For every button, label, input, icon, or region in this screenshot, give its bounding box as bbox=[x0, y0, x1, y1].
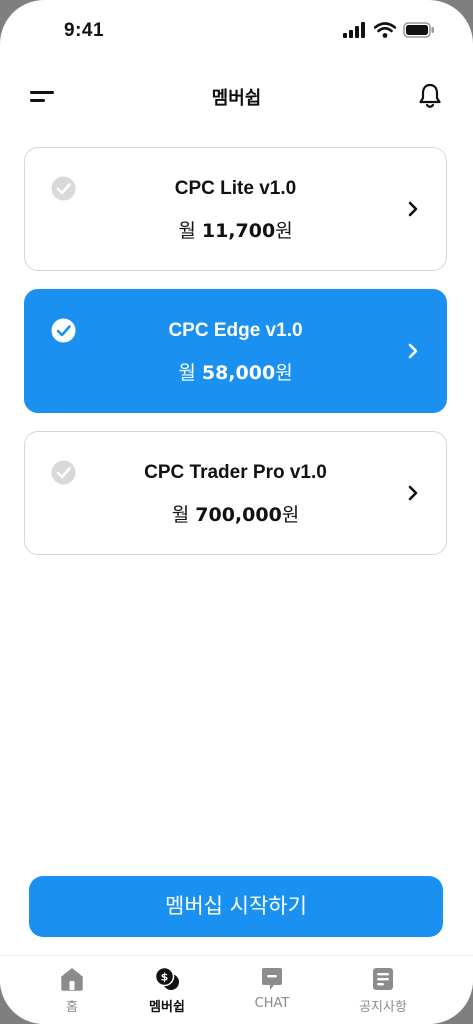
notification-button[interactable] bbox=[417, 82, 443, 110]
header: 멤버쉽 bbox=[0, 72, 473, 122]
tab-membership[interactable]: $ 멤버쉽 bbox=[122, 966, 212, 1022]
price-amount: 700,000 bbox=[195, 504, 282, 526]
tab-label: 공지사항 bbox=[359, 1000, 407, 1015]
start-membership-button[interactable]: 멤버십 시작하기 bbox=[29, 876, 443, 937]
plan-name: CPC Edge v1.0 bbox=[168, 320, 303, 341]
chevron-right-icon bbox=[408, 485, 418, 501]
plan-list: CPC Lite v1.0 월 11,700원 CPC Edge v1.0 월 … bbox=[24, 147, 447, 573]
wifi-icon bbox=[374, 22, 396, 38]
home-icon bbox=[61, 968, 83, 991]
price-suffix: 원 bbox=[281, 504, 300, 526]
status-time: 9:41 bbox=[64, 20, 105, 41]
chevron-right-icon bbox=[408, 343, 418, 359]
notice-icon bbox=[373, 968, 393, 990]
price-prefix: 월 bbox=[171, 504, 196, 526]
price-amount: 11,700 bbox=[201, 220, 276, 242]
price-prefix: 월 bbox=[178, 220, 202, 242]
chat-icon bbox=[262, 968, 282, 990]
status-bar: 9:41 bbox=[0, 0, 473, 62]
price-suffix: 원 bbox=[275, 220, 293, 242]
signal-icon bbox=[343, 22, 365, 38]
chevron-right-icon bbox=[408, 201, 418, 217]
page-title: 멤버쉽 bbox=[211, 88, 262, 109]
price-suffix: 원 bbox=[275, 362, 293, 384]
price-amount: 58,000 bbox=[201, 362, 276, 384]
bell-icon bbox=[419, 83, 441, 108]
battery-icon bbox=[403, 22, 434, 38]
plan-name: CPC Lite v1.0 bbox=[174, 178, 297, 199]
coins-icon: $ bbox=[154, 966, 179, 990]
status-icons bbox=[343, 22, 435, 38]
tab-chat[interactable]: CHAT bbox=[227, 966, 317, 1022]
plan-card-trader-pro[interactable]: CPC Trader Pro v1.0 월 700,000원 bbox=[24, 431, 447, 555]
price-prefix: 월 bbox=[178, 362, 202, 384]
plan-card-edge[interactable]: CPC Edge v1.0 월 58,000원 bbox=[24, 289, 447, 413]
tab-label: CHAT bbox=[254, 996, 290, 1011]
tab-home[interactable]: 홈 bbox=[27, 966, 117, 1022]
tab-bar: 홈 $ 멤버쉽 CHAT 공지사항 bbox=[0, 955, 473, 1024]
plan-price: 월 700,000원 bbox=[25, 500, 446, 527]
phone-screen: 9:41 멤버쉽 CPC Lite v1.0 월 11,700원 CPC Edg… bbox=[0, 0, 473, 1024]
plan-card-lite[interactable]: CPC Lite v1.0 월 11,700원 bbox=[24, 147, 447, 271]
tab-label: 홈 bbox=[66, 1000, 78, 1015]
tab-label: 멤버쉽 bbox=[149, 1000, 185, 1015]
plan-price: 월 58,000원 bbox=[25, 358, 446, 385]
plan-price: 월 11,700원 bbox=[25, 216, 446, 243]
tab-notice[interactable]: 공지사항 bbox=[338, 966, 428, 1022]
plan-name: CPC Trader Pro v1.0 bbox=[144, 462, 327, 483]
svg-text:$: $ bbox=[161, 971, 169, 984]
